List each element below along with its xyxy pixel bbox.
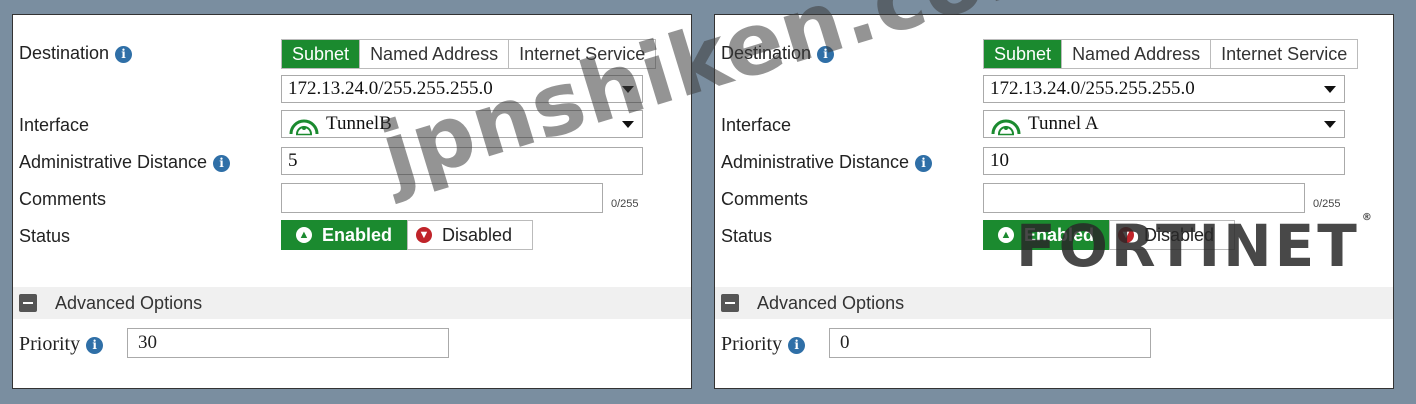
advanced-options-label: Advanced Options <box>55 293 203 313</box>
tab-named-address[interactable]: Named Address <box>1062 40 1212 68</box>
chevron-down-icon <box>1324 121 1336 128</box>
advanced-options-label: Advanced Options <box>757 293 905 313</box>
tab-internet-service[interactable]: Internet Service <box>1211 40 1357 68</box>
status-label: Status <box>721 226 773 246</box>
status-label: Status <box>19 226 71 246</box>
admin-distance-label: Administrative Distance i <box>721 152 933 173</box>
minus-square-icon[interactable] <box>19 294 37 312</box>
tunnel-icon <box>289 119 319 135</box>
chevron-down-icon <box>1324 86 1336 93</box>
info-icon[interactable]: i <box>788 336 806 354</box>
info-icon[interactable]: i <box>86 336 104 354</box>
interface-label: Interface <box>721 115 792 135</box>
tunnel-icon <box>991 119 1021 135</box>
advanced-options-header[interactable]: Advanced Options <box>715 287 1393 319</box>
comments-counter: 0/255 <box>611 198 639 210</box>
arrow-down-circle-icon: ▼ <box>416 227 432 243</box>
arrow-up-circle-icon: ▲ <box>295 227 312 243</box>
interface-select[interactable]: Tunnel A <box>983 110 1345 138</box>
tab-named-address[interactable]: Named Address <box>360 40 510 68</box>
interface-label: Interface <box>19 115 90 135</box>
priority-input[interactable]: 0 <box>829 328 1151 358</box>
info-icon[interactable]: i <box>915 154 933 172</box>
priority-input[interactable]: 30 <box>127 328 449 358</box>
admin-distance-input[interactable]: 10 <box>983 147 1345 175</box>
comments-label: Comments <box>721 189 809 209</box>
enabled-button[interactable]: ▲ Enabled <box>281 220 407 250</box>
subnet-value: 172.13.24.0/255.255.255.0 <box>990 78 1195 99</box>
arrow-up-circle-icon: ▲ <box>997 227 1014 243</box>
admin-distance-label: Administrative Distance i <box>19 152 231 173</box>
subnet-select[interactable]: 172.13.24.0/255.255.255.0 <box>983 75 1345 103</box>
info-icon[interactable]: i <box>115 45 133 63</box>
minus-square-icon[interactable] <box>721 294 739 312</box>
fortinet-logo: FORTINET ® <box>1016 212 1375 280</box>
tab-subnet[interactable]: Subnet <box>984 40 1063 68</box>
disabled-button[interactable]: ▼ Disabled <box>407 220 533 250</box>
priority-label: Priority i <box>19 333 104 356</box>
interface-value: Tunnel A <box>1028 113 1099 134</box>
comments-label: Comments <box>19 189 107 209</box>
status-toggle: ▲ Enabled ▼ Disabled <box>281 220 533 250</box>
destination-label: Destination i <box>19 43 133 64</box>
destination-type-segment: Subnet Named Address Internet Service <box>983 39 1359 69</box>
info-icon[interactable]: i <box>213 154 231 172</box>
comments-textarea[interactable] <box>983 183 1305 213</box>
comments-counter: 0/255 <box>1313 198 1341 210</box>
priority-label: Priority i <box>721 333 806 356</box>
advanced-options-header[interactable]: Advanced Options <box>13 287 691 319</box>
tab-subnet[interactable]: Subnet <box>282 40 361 68</box>
